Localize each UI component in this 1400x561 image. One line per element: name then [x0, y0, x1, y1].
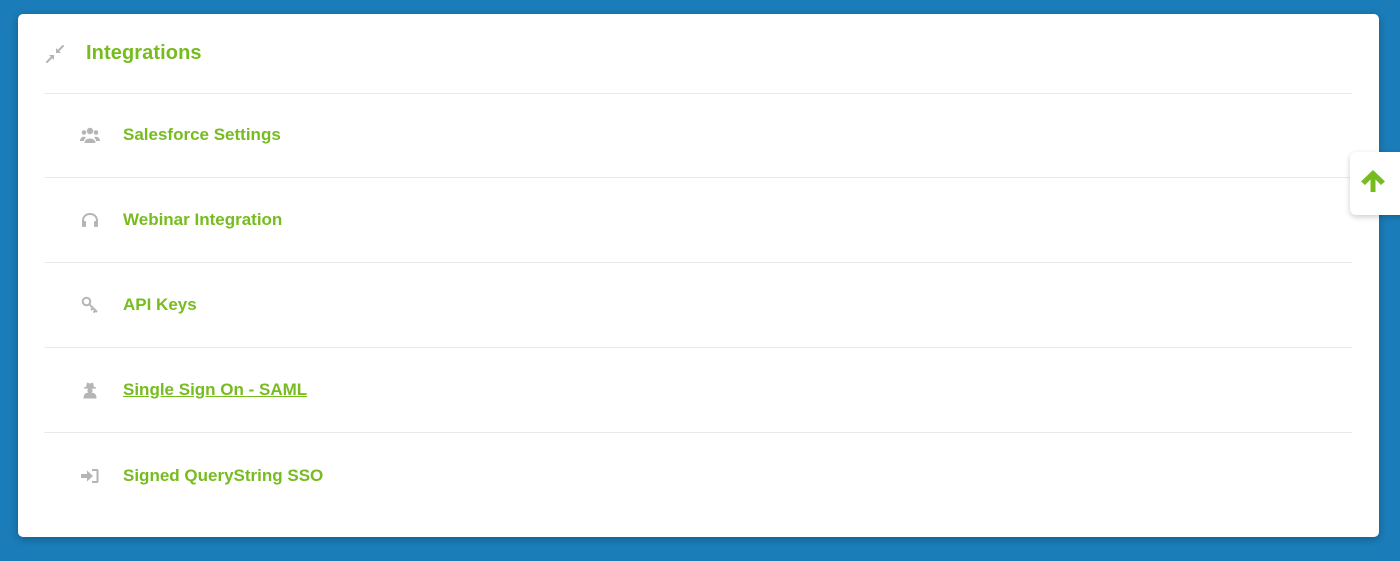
api-keys-link[interactable]: API Keys	[123, 295, 197, 315]
key-icon	[80, 295, 100, 315]
list-item-single-sign-on-saml[interactable]: Single Sign On - SAML	[44, 348, 1352, 433]
signed-querystring-sso-link[interactable]: Signed QueryString SSO	[123, 466, 323, 486]
compress-icon[interactable]	[44, 43, 66, 65]
integrations-panel: Integrations Salesforce Settings Webinar…	[18, 14, 1379, 537]
list-item-webinar-integration[interactable]: Webinar Integration	[44, 178, 1352, 263]
headphones-icon	[80, 210, 100, 230]
sign-in-icon	[80, 466, 100, 486]
integration-list: Salesforce Settings Webinar Integration	[44, 93, 1352, 518]
webinar-integration-link[interactable]: Webinar Integration	[123, 210, 282, 230]
list-item-salesforce-settings[interactable]: Salesforce Settings	[44, 93, 1352, 178]
page: Integrations Salesforce Settings Webinar…	[0, 0, 1400, 561]
section-header[interactable]: Integrations	[44, 14, 1352, 94]
list-item-api-keys[interactable]: API Keys	[44, 263, 1352, 348]
list-item-signed-querystring-sso[interactable]: Signed QueryString SSO	[44, 433, 1352, 518]
section-title: Integrations	[86, 42, 202, 64]
scroll-to-top-button[interactable]	[1350, 152, 1400, 215]
single-sign-on-saml-link[interactable]: Single Sign On - SAML	[123, 380, 307, 400]
users-icon	[80, 125, 100, 145]
arrow-up-icon	[1360, 169, 1386, 198]
salesforce-settings-link[interactable]: Salesforce Settings	[123, 125, 281, 145]
user-secret-icon	[80, 380, 100, 400]
